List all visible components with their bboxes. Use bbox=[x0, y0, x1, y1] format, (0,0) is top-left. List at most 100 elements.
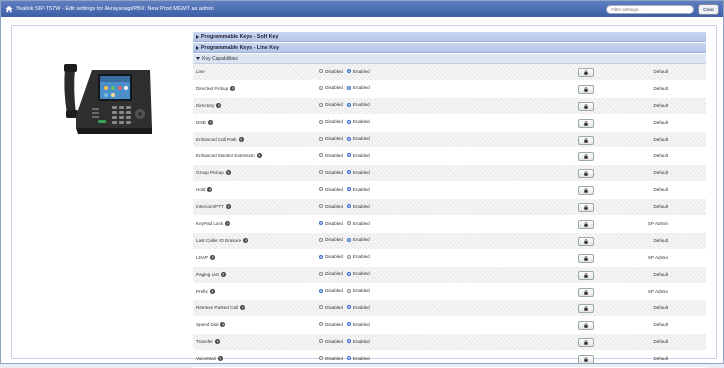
disabled-radio[interactable]: Disabled bbox=[319, 254, 343, 259]
enabled-radio[interactable]: Enabled bbox=[346, 204, 370, 209]
disabled-radio[interactable]: Disabled bbox=[319, 136, 343, 141]
lock-button[interactable] bbox=[578, 186, 594, 196]
clear-button[interactable]: Clear bbox=[698, 3, 719, 15]
radio-dot[interactable] bbox=[319, 339, 323, 344]
help-icon[interactable]: ? bbox=[225, 221, 231, 227]
help-icon[interactable]: ? bbox=[238, 136, 244, 142]
radio-dot[interactable] bbox=[346, 136, 351, 141]
lock-button[interactable] bbox=[578, 338, 594, 348]
radio-dot[interactable] bbox=[346, 187, 351, 192]
enabled-radio[interactable]: Enabled bbox=[346, 237, 370, 242]
radio-dot[interactable] bbox=[346, 237, 351, 242]
lock-button[interactable] bbox=[578, 220, 594, 230]
radio-dot[interactable] bbox=[319, 204, 323, 209]
radio-dot[interactable] bbox=[319, 237, 323, 242]
enabled-radio[interactable]: Enabled bbox=[346, 187, 370, 192]
help-icon[interactable]: ? bbox=[220, 322, 226, 328]
lock-button[interactable] bbox=[578, 321, 594, 331]
enabled-radio[interactable]: Enabled bbox=[346, 102, 370, 107]
help-icon[interactable]: ? bbox=[220, 271, 226, 277]
disabled-radio[interactable]: Disabled bbox=[319, 288, 343, 293]
help-icon[interactable]: ? bbox=[209, 288, 215, 294]
radio-dot[interactable] bbox=[319, 221, 323, 226]
lock-button[interactable] bbox=[578, 304, 594, 314]
radio-dot[interactable] bbox=[346, 288, 351, 293]
radio-dot[interactable] bbox=[346, 153, 351, 158]
help-icon[interactable]: ? bbox=[240, 305, 246, 311]
lock-button[interactable] bbox=[578, 270, 594, 280]
lock-button[interactable] bbox=[578, 355, 594, 365]
disabled-radio[interactable]: Disabled bbox=[319, 204, 343, 209]
help-icon[interactable]: ? bbox=[207, 187, 213, 193]
lock-button[interactable] bbox=[578, 236, 594, 246]
radio-dot[interactable] bbox=[319, 322, 323, 327]
radio-dot[interactable] bbox=[319, 153, 323, 158]
help-icon[interactable]: ? bbox=[216, 102, 222, 108]
help-icon[interactable]: ? bbox=[230, 85, 236, 91]
disabled-radio[interactable]: Disabled bbox=[319, 221, 343, 226]
radio-dot[interactable] bbox=[319, 119, 323, 124]
radio-dot[interactable] bbox=[346, 102, 351, 107]
help-icon[interactable]: ? bbox=[243, 237, 249, 243]
home-icon[interactable] bbox=[5, 5, 13, 13]
radio-dot[interactable] bbox=[319, 187, 323, 192]
disabled-radio[interactable]: Disabled bbox=[319, 85, 343, 90]
enabled-radio[interactable]: Enabled bbox=[346, 356, 370, 361]
enabled-radio[interactable]: Enabled bbox=[346, 271, 370, 276]
help-icon[interactable]: ? bbox=[256, 153, 262, 159]
radio-dot[interactable] bbox=[346, 339, 351, 344]
lock-button[interactable] bbox=[578, 169, 594, 179]
disabled-radio[interactable]: Disabled bbox=[319, 322, 343, 327]
enabled-radio[interactable]: Enabled bbox=[346, 322, 370, 327]
disabled-radio[interactable]: Disabled bbox=[319, 187, 343, 192]
disabled-radio[interactable]: Disabled bbox=[319, 271, 343, 276]
radio-dot[interactable] bbox=[346, 322, 351, 327]
enabled-radio[interactable]: Enabled bbox=[346, 221, 370, 226]
enabled-radio[interactable]: Enabled bbox=[346, 85, 370, 90]
disabled-radio[interactable]: Disabled bbox=[319, 69, 343, 74]
enabled-radio[interactable]: Enabled bbox=[346, 288, 370, 293]
enabled-radio[interactable]: Enabled bbox=[346, 305, 370, 310]
disabled-radio[interactable]: Disabled bbox=[319, 305, 343, 310]
radio-dot[interactable] bbox=[346, 69, 351, 73]
radio-dot[interactable] bbox=[346, 85, 351, 90]
disabled-radio[interactable]: Disabled bbox=[319, 339, 343, 344]
section-line-key[interactable]: Programmable Keys - Line Key bbox=[193, 43, 706, 53]
disabled-radio[interactable]: Disabled bbox=[319, 356, 343, 361]
radio-dot[interactable] bbox=[319, 102, 323, 107]
enabled-radio[interactable]: Enabled bbox=[346, 153, 370, 158]
disabled-radio[interactable]: Disabled bbox=[319, 170, 343, 175]
radio-dot[interactable] bbox=[346, 271, 351, 276]
disabled-radio[interactable]: Disabled bbox=[319, 237, 343, 242]
enabled-radio[interactable]: Enabled bbox=[346, 339, 370, 344]
radio-dot[interactable] bbox=[319, 288, 323, 293]
disabled-radio[interactable]: Disabled bbox=[319, 102, 343, 107]
lock-button[interactable] bbox=[578, 118, 594, 128]
help-icon[interactable]: ? bbox=[225, 204, 231, 210]
lock-button[interactable] bbox=[578, 135, 594, 145]
radio-dot[interactable] bbox=[319, 356, 323, 361]
lock-button[interactable] bbox=[578, 203, 594, 213]
enabled-radio[interactable]: Enabled bbox=[346, 69, 370, 74]
lock-button[interactable] bbox=[578, 101, 594, 111]
enabled-radio[interactable]: Enabled bbox=[346, 136, 370, 141]
radio-dot[interactable] bbox=[346, 356, 351, 361]
radio-dot[interactable] bbox=[319, 170, 323, 175]
enabled-radio[interactable]: Enabled bbox=[346, 254, 370, 259]
radio-dot[interactable] bbox=[346, 305, 351, 310]
radio-dot[interactable] bbox=[346, 221, 351, 226]
lock-button[interactable] bbox=[578, 68, 594, 77]
section-soft-key[interactable]: Programmable Keys - Soft Key bbox=[193, 32, 706, 42]
lock-button[interactable] bbox=[578, 84, 594, 94]
disabled-radio[interactable]: Disabled bbox=[319, 119, 343, 124]
radio-dot[interactable] bbox=[346, 254, 351, 259]
disabled-radio[interactable]: Disabled bbox=[319, 153, 343, 158]
lock-button[interactable] bbox=[578, 253, 594, 263]
help-icon[interactable]: ? bbox=[207, 119, 213, 125]
filter-settings-input[interactable] bbox=[606, 4, 695, 14]
help-icon[interactable]: ? bbox=[217, 356, 223, 362]
radio-dot[interactable] bbox=[319, 305, 323, 310]
help-icon[interactable]: ? bbox=[225, 170, 231, 176]
radio-dot[interactable] bbox=[346, 119, 351, 124]
enabled-radio[interactable]: Enabled bbox=[346, 170, 370, 175]
